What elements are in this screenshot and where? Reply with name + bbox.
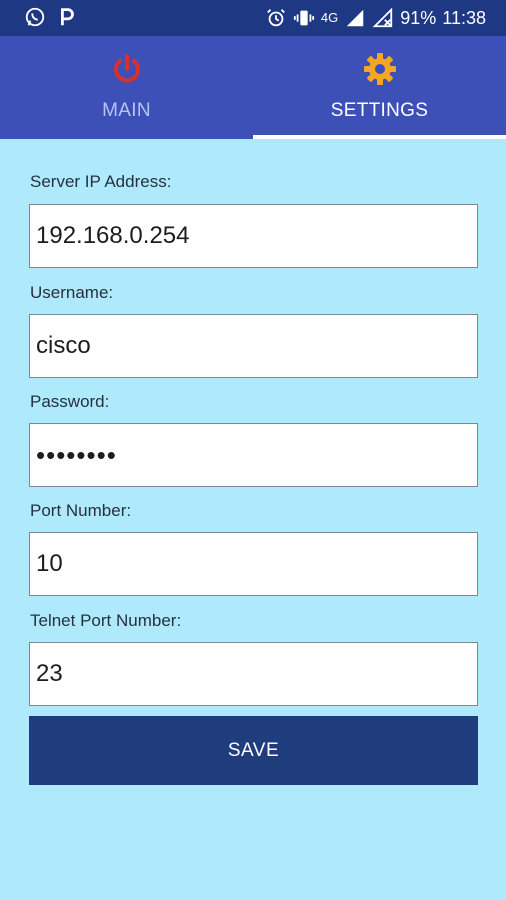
p-app-icon [61, 8, 74, 26]
network-type: 4G [320, 10, 339, 25]
vibrate-icon [293, 10, 314, 26]
server-ip-input[interactable] [29, 204, 478, 268]
status-bar: 4G 91% 11:38 [0, 0, 506, 36]
tab-main-label: MAIN [102, 100, 151, 121]
password-label: Password: [30, 392, 110, 411]
signal-no-data-icon [372, 7, 393, 28]
tab-settings[interactable]: SETTINGS [253, 36, 506, 139]
username-label: Username: [30, 283, 114, 302]
port-number-label: Port Number: [30, 501, 132, 520]
save-button[interactable]: SAVE [29, 716, 478, 785]
gear-icon [363, 53, 396, 85]
tab-selected-indicator [253, 135, 506, 139]
power-icon [113, 54, 140, 83]
username-input[interactable] [29, 314, 478, 378]
port-number-input[interactable] [29, 532, 478, 596]
clock: 11:38 [442, 8, 486, 28]
tab-bar: MAIN SETTINGS [0, 36, 506, 139]
telnet-port-input[interactable] [29, 642, 478, 706]
tab-settings-label: SETTINGS [330, 100, 429, 121]
server-ip-label: Server IP Address: [30, 172, 172, 191]
telnet-port-label: Telnet Port Number: [30, 611, 182, 630]
whatsapp-icon [25, 7, 45, 27]
alarm-icon [267, 9, 285, 27]
password-input[interactable] [29, 423, 478, 487]
battery-level: 91% [400, 8, 437, 28]
tab-main[interactable]: MAIN [0, 36, 253, 139]
signal-icon [347, 9, 364, 27]
